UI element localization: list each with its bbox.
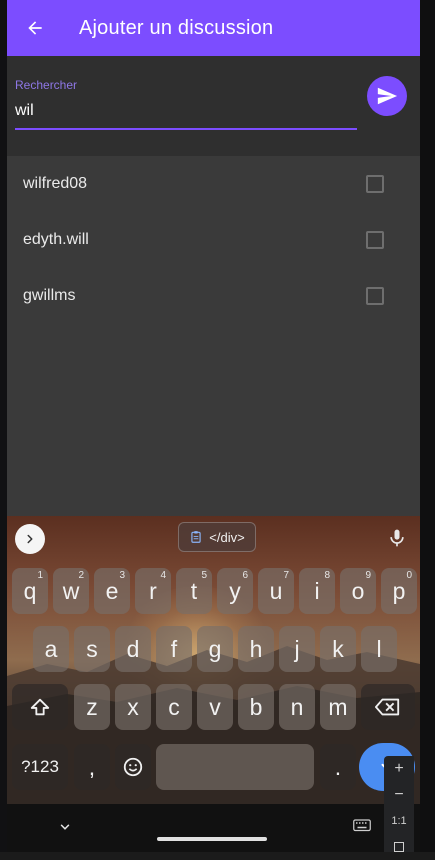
key-label: t xyxy=(190,577,198,604)
key-hint: 9 xyxy=(365,570,371,581)
period-key[interactable]: . xyxy=(320,744,356,790)
key-e[interactable]: e3 xyxy=(94,568,130,614)
select-checkbox[interactable] xyxy=(366,287,384,305)
keyboard-toolbar: </div> xyxy=(7,516,420,560)
username-label: wilfred08 xyxy=(23,175,88,192)
user-list: wilfred08 edyth.will gwillms xyxy=(7,156,420,516)
username-label: edyth.will xyxy=(23,231,89,248)
select-checkbox[interactable] xyxy=(366,175,384,193)
key-label: r xyxy=(149,577,157,604)
device-frame-left xyxy=(0,0,7,852)
key-i[interactable]: i8 xyxy=(299,568,335,614)
key-hint: 7 xyxy=(283,570,289,581)
hide-keyboard-icon[interactable] xyxy=(57,820,73,834)
home-gesture-bar[interactable] xyxy=(157,837,267,841)
arrow-back-icon xyxy=(28,21,42,35)
key-hint: 8 xyxy=(324,570,330,581)
key-label: p xyxy=(392,577,406,604)
search-input[interactable] xyxy=(15,94,357,130)
symbols-key[interactable]: ?123 xyxy=(12,744,68,790)
emoji-key[interactable] xyxy=(115,744,151,790)
key-b[interactable]: b xyxy=(238,684,274,730)
zoom-ratio-label[interactable]: 1:1 xyxy=(384,808,414,834)
send-button[interactable] xyxy=(367,76,407,116)
key-o[interactable]: o9 xyxy=(340,568,376,614)
on-screen-keyboard: </div> q1 w2 e3 r4 t5 y6 u7 i8 o9 p0 a s… xyxy=(7,516,420,804)
zoom-controls: + − 1:1 xyxy=(384,756,414,852)
key-label: w xyxy=(62,577,80,604)
key-j[interactable]: j xyxy=(279,626,315,672)
system-navigation-bar xyxy=(7,804,420,852)
key-hint: 1 xyxy=(37,570,43,581)
key-u[interactable]: u7 xyxy=(258,568,294,614)
key-label: y xyxy=(229,577,241,604)
key-q[interactable]: q1 xyxy=(12,568,48,614)
key-x[interactable]: x xyxy=(115,684,151,730)
key-d[interactable]: d xyxy=(115,626,151,672)
microphone-icon[interactable] xyxy=(387,526,407,550)
chevron-right-icon xyxy=(27,534,33,544)
search-label: Rechercher xyxy=(15,78,78,92)
expand-toolbar-button[interactable] xyxy=(15,524,45,554)
app-screen: Ajouter un discussion Rechercher wilfred… xyxy=(7,0,420,852)
key-label: o xyxy=(351,577,365,604)
clipboard-suggestion[interactable]: </div> xyxy=(178,522,256,552)
key-n[interactable]: n xyxy=(279,684,315,730)
key-hint: 0 xyxy=(406,570,412,581)
key-m[interactable]: m xyxy=(320,684,356,730)
key-g[interactable]: g xyxy=(197,626,233,672)
page-title: Ajouter un discussion xyxy=(79,16,274,39)
space-key[interactable] xyxy=(156,744,314,790)
list-item[interactable]: gwillms xyxy=(7,268,420,324)
fit-screen-button[interactable] xyxy=(384,834,414,860)
emoji-icon xyxy=(123,757,143,777)
app-bar: Ajouter un discussion xyxy=(7,0,420,56)
clipboard-icon xyxy=(191,531,201,543)
send-icon xyxy=(377,87,398,105)
backspace-icon xyxy=(375,698,400,716)
key-s[interactable]: s xyxy=(74,626,110,672)
list-item[interactable]: edyth.will xyxy=(7,212,420,268)
key-w[interactable]: w2 xyxy=(53,568,89,614)
key-hint: 4 xyxy=(160,570,166,581)
key-h[interactable]: h xyxy=(238,626,274,672)
key-f[interactable]: f xyxy=(156,626,192,672)
key-hint: 3 xyxy=(119,570,125,581)
clipboard-text: </div> xyxy=(209,529,245,545)
zoom-in-button[interactable]: + xyxy=(384,756,414,782)
backspace-key[interactable] xyxy=(361,684,415,730)
key-label: e xyxy=(105,577,119,604)
list-item[interactable]: wilfred08 xyxy=(7,156,420,212)
key-v[interactable]: v xyxy=(197,684,233,730)
key-c[interactable]: c xyxy=(156,684,192,730)
keyboard-switch-icon[interactable] xyxy=(353,819,371,833)
comma-key[interactable]: , xyxy=(74,744,110,790)
key-t[interactable]: t5 xyxy=(176,568,212,614)
key-label: u xyxy=(269,577,283,604)
key-hint: 6 xyxy=(242,570,248,581)
fit-screen-icon xyxy=(394,842,404,852)
key-hint: 5 xyxy=(201,570,207,581)
key-k[interactable]: k xyxy=(320,626,356,672)
key-a[interactable]: a xyxy=(33,626,69,672)
key-label: q xyxy=(23,577,37,604)
key-label: i xyxy=(314,577,320,604)
shift-key[interactable] xyxy=(12,684,68,730)
device-frame-right xyxy=(420,0,435,852)
key-r[interactable]: r4 xyxy=(135,568,171,614)
zoom-out-button[interactable]: − xyxy=(384,782,414,808)
username-label: gwillms xyxy=(23,287,76,304)
shift-icon xyxy=(30,698,50,716)
key-z[interactable]: z xyxy=(74,684,110,730)
key-l[interactable]: l xyxy=(361,626,397,672)
key-y[interactable]: y6 xyxy=(217,568,253,614)
back-button[interactable] xyxy=(7,0,63,56)
key-hint: 2 xyxy=(78,570,84,581)
select-checkbox[interactable] xyxy=(366,231,384,249)
key-p[interactable]: p0 xyxy=(381,568,417,614)
search-section: Rechercher xyxy=(7,56,420,156)
